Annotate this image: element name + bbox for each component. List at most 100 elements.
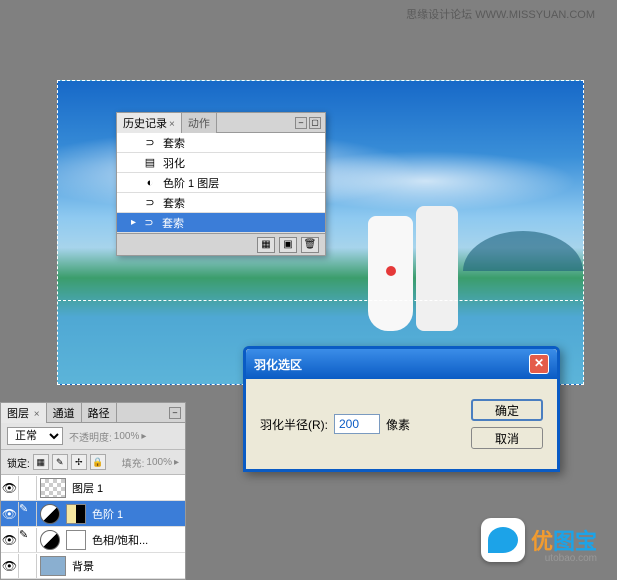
adjustment-layer-icon[interactable] <box>40 530 60 550</box>
chevron-icon[interactable]: ▸ <box>174 457 179 468</box>
tab-history[interactable]: 历史记录× <box>117 113 182 133</box>
history-item[interactable]: ▤ 羽化 <box>117 153 325 173</box>
link-cell[interactable]: ✎ <box>19 502 37 526</box>
visibility-icon[interactable]: 👁 <box>1 528 19 552</box>
watermark-text-rest: 图宝 <box>553 529 597 554</box>
layer-item[interactable]: 👁✎ 色阶 1 <box>1 501 185 527</box>
panel-maximize-icon[interactable]: ▢ <box>309 117 321 129</box>
history-tabs: 历史记录× 动作 – ▢ <box>117 113 325 133</box>
image-couple <box>368 201 458 331</box>
lock-position-icon[interactable]: ✢ <box>71 454 87 470</box>
opacity-value: 100% <box>114 431 140 442</box>
tab-history-label: 历史记录 <box>123 118 167 130</box>
tab-label: 图层 <box>7 408 29 420</box>
chevron-icon[interactable]: ▸ <box>141 431 146 442</box>
panel-window-controls: – <box>169 407 185 419</box>
fill-control[interactable]: 填充: 100%▸ <box>122 455 179 470</box>
image-groom <box>416 206 458 331</box>
layer-mask-thumbnail[interactable] <box>66 530 86 550</box>
visibility-icon[interactable]: 👁 <box>1 476 19 500</box>
image-bride <box>368 216 413 331</box>
watermark: 优图宝 utobao.com <box>481 518 597 562</box>
layer-name: 背景 <box>69 558 94 574</box>
opacity-control[interactable]: 不透明度: 100%▸ <box>69 429 146 444</box>
layer-mask-thumbnail[interactable] <box>66 504 86 524</box>
dialog-body: 羽化半径(R): 像素 确定 取消 <box>246 379 557 469</box>
watermark-logo <box>481 518 525 562</box>
history-list: ⊃ 套索 ▤ 羽化 ◐ 色阶 1 图层 ⊃ 套索 ▸ ⊃ 套索 <box>117 133 325 233</box>
delete-icon[interactable]: 🗑 <box>301 237 319 253</box>
dialog-title-text: 羽化选区 <box>254 356 302 373</box>
history-item[interactable]: ◐ 色阶 1 图层 <box>117 173 325 193</box>
tab-actions[interactable]: 动作 <box>182 113 217 133</box>
lock-pixels-icon[interactable]: ✎ <box>52 454 68 470</box>
document-icon: ▤ <box>143 156 157 170</box>
layer-name: 色相/饱和... <box>89 532 148 548</box>
dialog-input-group: 羽化半径(R): 像素 <box>260 414 410 434</box>
bird-icon <box>488 527 518 553</box>
panel-minimize-icon[interactable]: – <box>169 407 181 419</box>
watermark-url: utobao.com <box>545 553 597 564</box>
blend-controls: 正常 不透明度: 100%▸ <box>1 423 185 450</box>
lock-controls: 锁定: ▦ ✎ ✢ 🔒 填充: 100%▸ <box>1 450 185 475</box>
adjustment-icon: ◐ <box>143 176 157 190</box>
adjustment-layer-icon[interactable] <box>40 504 60 524</box>
new-document-icon[interactable]: ▦ <box>257 237 275 253</box>
new-snapshot-icon[interactable]: ▣ <box>279 237 297 253</box>
visibility-icon[interactable]: 👁 <box>1 502 19 526</box>
fill-value: 100% <box>146 457 172 468</box>
layers-panel: 图层 × 通道 路径 – 正常 不透明度: 100%▸ 锁定: ▦ ✎ ✢ 🔒 … <box>0 402 186 580</box>
lasso-icon: ⊃ <box>142 216 156 230</box>
dialog-close-button[interactable]: ✕ <box>529 354 549 374</box>
history-item[interactable]: ⊃ 套索 <box>117 133 325 153</box>
dialog-titlebar[interactable]: 羽化选区 ✕ <box>246 349 557 379</box>
history-item[interactable]: ▸ ⊃ 套索 <box>117 213 325 233</box>
history-panel: 历史记录× 动作 – ▢ ⊃ 套索 ▤ 羽化 ◐ 色阶 1 图层 ⊃ 套索 ▸ ⊃ 套索 ▦… <box>116 112 326 256</box>
link-cell[interactable]: ✎ <box>19 528 37 552</box>
tab-layers[interactable]: 图层 × <box>1 403 47 423</box>
history-item[interactable]: ⊃ 套索 <box>117 193 325 213</box>
lasso-icon: ⊃ <box>143 136 157 150</box>
history-item-label: 套索 <box>162 215 184 231</box>
layer-name: 图层 1 <box>69 480 103 496</box>
history-item-label: 羽化 <box>163 155 185 171</box>
unit-label: 像素 <box>386 416 410 433</box>
lock-label: 锁定: <box>7 455 30 470</box>
blend-mode-select[interactable]: 正常 <box>7 427 63 445</box>
panel-minimize-icon[interactable]: – <box>295 117 307 129</box>
layer-name: 色阶 1 <box>89 506 123 522</box>
link-cell[interactable] <box>19 554 37 578</box>
lock-all-icon[interactable]: 🔒 <box>90 454 106 470</box>
opacity-label: 不透明度: <box>69 429 112 444</box>
ok-button[interactable]: 确定 <box>471 399 543 421</box>
watermark-brand: 优图宝 <box>531 524 597 556</box>
panel-window-controls: – ▢ <box>295 117 325 129</box>
selection-marquee <box>58 300 583 301</box>
link-cell[interactable] <box>19 476 37 500</box>
history-item-label: 套索 <box>163 135 185 151</box>
layers-tabs: 图层 × 通道 路径 – <box>1 403 185 423</box>
layer-item[interactable]: 👁✎ 色相/饱和... <box>1 527 185 553</box>
current-state-arrow-icon: ▸ <box>131 217 136 228</box>
feather-dialog: 羽化选区 ✕ 羽化半径(R): 像素 确定 取消 <box>243 346 560 472</box>
history-footer: ▦ ▣ 🗑 <box>117 233 325 255</box>
tab-channels[interactable]: 通道 <box>47 403 82 423</box>
header-attribution: 思缘设计论坛 WWW.MISSYUAN.COM <box>406 6 595 22</box>
layer-item[interactable]: 👁 背景 <box>1 553 185 579</box>
image-mountain <box>463 231 583 271</box>
history-item-label: 色阶 1 图层 <box>163 175 219 191</box>
tab-paths[interactable]: 路径 <box>82 403 117 423</box>
radius-input[interactable] <box>334 414 380 434</box>
tab-close-icon[interactable]: × <box>169 119 175 130</box>
visibility-icon[interactable]: 👁 <box>1 554 19 578</box>
lock-transparency-icon[interactable]: ▦ <box>33 454 49 470</box>
layer-item[interactable]: 👁 图层 1 <box>1 475 185 501</box>
history-item-label: 套索 <box>163 195 185 211</box>
dialog-buttons: 确定 取消 <box>471 399 543 449</box>
tab-close-icon[interactable]: × <box>31 409 40 420</box>
layer-thumbnail[interactable] <box>40 556 66 576</box>
lasso-icon: ⊃ <box>143 196 157 210</box>
cancel-button[interactable]: 取消 <box>471 427 543 449</box>
layer-thumbnail[interactable] <box>40 478 66 498</box>
fill-label: 填充: <box>122 455 145 470</box>
